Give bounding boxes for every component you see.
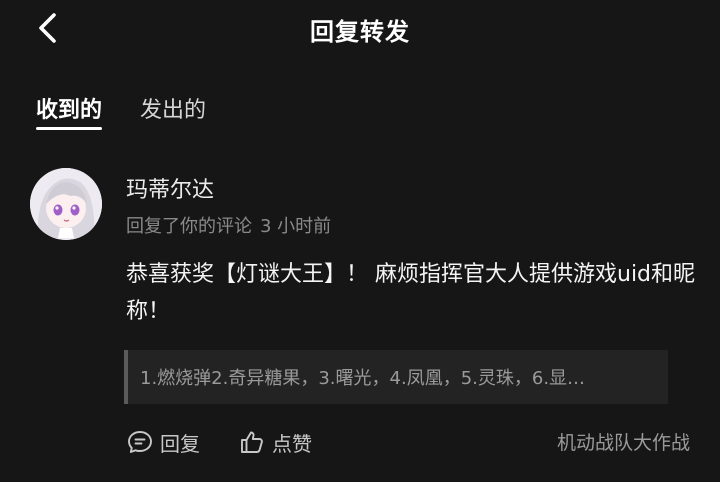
quoted-comment[interactable]: 1.燃烧弹2.奇异糖果，3.曙光，4.凤凰，5.灵珠，6.显…	[124, 350, 668, 404]
reply-time: 3 小时前	[260, 216, 332, 237]
reply-actions: 回复 点赞	[126, 424, 350, 460]
reply-author-name[interactable]: 玛蒂尔达	[126, 172, 214, 204]
tab-received-label: 收到的	[36, 98, 103, 123]
tab-bar: 收到的 发出的	[36, 92, 244, 136]
comment-bubble-icon	[128, 431, 152, 453]
avatar[interactable]	[30, 168, 102, 240]
tab-sent[interactable]: 发出的	[140, 92, 206, 136]
reply-meta: 回复了你的评论 3 小时前	[126, 212, 331, 238]
active-tab-indicator	[36, 127, 103, 130]
like-button[interactable]: 点赞	[238, 428, 312, 457]
like-button-label: 点赞	[272, 431, 312, 456]
reply-button-label: 回复	[160, 431, 200, 456]
reply-content[interactable]: 恭喜获奖【灯谜大王】！ 麻烦指挥官大人提供游戏uid和昵称！	[126, 256, 696, 330]
reply-button[interactable]: 回复	[126, 428, 200, 457]
tab-received[interactable]: 收到的	[36, 92, 103, 136]
avatar-image	[30, 168, 102, 240]
reply-action-text: 回复了你的评论	[126, 216, 252, 237]
page-title: 回复转发	[310, 18, 410, 46]
thumbs-up-icon	[241, 431, 263, 453]
reply-source-game[interactable]: 机动战队大作战	[557, 428, 690, 455]
tab-sent-label: 发出的	[140, 98, 207, 123]
top-bar: 回复转发	[0, 0, 720, 56]
quoted-comment-text: 1.燃烧弹2.奇异糖果，3.曙光，4.凤凰，5.灵珠，6.显…	[140, 368, 586, 389]
